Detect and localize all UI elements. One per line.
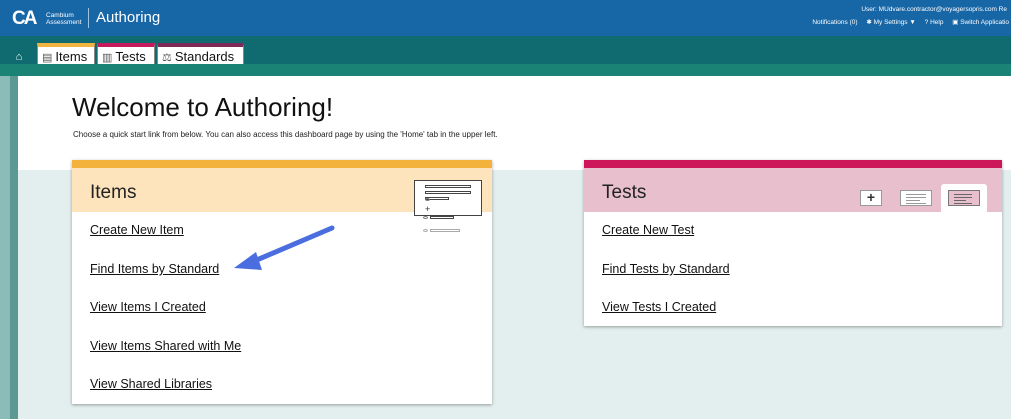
create-new-item-link[interactable]: Create New Item — [90, 223, 184, 237]
page-subtitle: Choose a quick start link from below. Yo… — [73, 130, 498, 139]
items-card-title: Items — [90, 182, 137, 203]
add-test-icon[interactable]: + — [860, 190, 882, 206]
tab-label: Standards — [174, 49, 235, 64]
tab-standards[interactable]: ⚖ Standards — [157, 43, 244, 64]
teal-band — [0, 64, 1011, 76]
help-icon: ? — [924, 19, 929, 26]
help-link[interactable]: ? Help — [925, 19, 944, 26]
items-illustration-dot — [423, 216, 428, 219]
my-settings-link[interactable]: ✱ My Settings ▼ — [866, 19, 915, 26]
find-tests-by-standard-link[interactable]: Find Tests by Standard — [602, 262, 730, 276]
top-header-bar: CA Cambium Assessment Authoring User: MU… — [0, 0, 1011, 36]
utility-links: Notifications (0) ✱ My Settings ▼ ? Help… — [805, 18, 1009, 26]
test-detail-icon[interactable] — [948, 190, 980, 206]
view-shared-libraries-link[interactable]: View Shared Libraries — [90, 377, 212, 391]
tests-card-header: Tests + — [584, 168, 1002, 214]
stack-icon: ▥ — [102, 52, 113, 64]
left-stripe — [0, 76, 10, 419]
view-items-i-created-link[interactable]: View Items I Created — [90, 300, 206, 314]
tests-card-title: Tests — [602, 182, 647, 203]
find-items-by-standard-link[interactable]: Find Items by Standard — [90, 262, 219, 276]
create-new-test-link[interactable]: Create New Test — [602, 223, 694, 237]
balance-scale-icon: ⚖ — [162, 52, 172, 64]
switch-application-link[interactable]: ▣ Switch Applicatio — [952, 19, 1009, 26]
tests-card: Tests + Create New Test Find Tests by St… — [584, 160, 1002, 326]
items-illustration-dot — [423, 229, 428, 232]
annotation-arrow-icon — [234, 225, 335, 270]
logo-text: Cambium Assessment — [46, 12, 82, 26]
items-card-accent — [72, 160, 492, 168]
window-icon: ▣ — [952, 19, 959, 26]
header-divider — [88, 8, 89, 28]
document-icon: ▤ — [42, 52, 53, 64]
items-card: Items + Create New Item Find Items by St… — [72, 160, 492, 404]
items-illustration-icon: + — [414, 180, 482, 216]
home-icon[interactable]: ⌂ — [9, 50, 29, 64]
notifications-link[interactable]: Notifications (0) — [812, 19, 857, 26]
left-stripe-inner — [10, 76, 18, 419]
logo-mark: CA — [12, 8, 37, 29]
cambium-logo[interactable]: CA Cambium Assessment — [12, 9, 86, 29]
tab-label: Items — [55, 49, 88, 64]
items-card-header: Items + — [72, 168, 492, 216]
tab-tests[interactable]: ▥ Tests — [97, 43, 155, 64]
items-illustration-line — [430, 216, 454, 219]
view-tests-i-created-link[interactable]: View Tests I Created — [602, 300, 716, 314]
view-items-shared-with-me-link[interactable]: View Items Shared with Me — [90, 339, 241, 353]
gear-icon: ✱ — [866, 19, 872, 26]
tests-card-accent — [584, 160, 1002, 168]
tab-label: Tests — [115, 49, 146, 64]
caret-down-icon: ▼ — [909, 19, 916, 26]
tab-items[interactable]: ▤ Items — [37, 43, 95, 64]
page-title: Welcome to Authoring! — [72, 92, 334, 122]
app-title: Authoring — [96, 9, 161, 26]
test-list-icon[interactable] — [900, 190, 932, 206]
user-info: User: MUdvare.contractor@voyagersopris.c… — [861, 6, 1007, 13]
items-illustration-line — [430, 229, 460, 232]
